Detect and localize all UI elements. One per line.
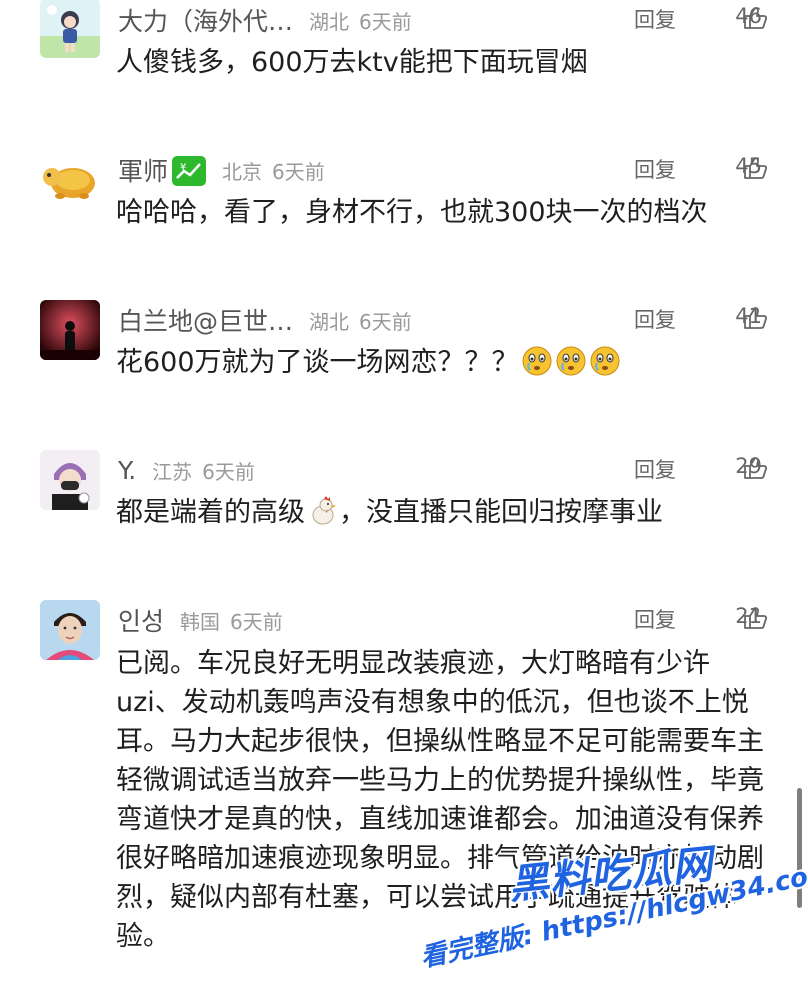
comment-header: 大力（海外代… 湖北 6天前 xyxy=(118,2,412,38)
reply-button[interactable]: 回复 xyxy=(634,154,676,184)
location-label: 湖北 xyxy=(309,309,350,334)
timestamp: 6天前 xyxy=(272,159,325,184)
username[interactable]: 大力（海外代… xyxy=(118,2,293,38)
thumbs-up-icon[interactable] xyxy=(742,5,768,35)
avatar[interactable] xyxy=(40,300,100,360)
comment-text: 花600万就为了谈一场网恋？？？ xyxy=(116,344,766,388)
timestamp: 6天前 xyxy=(359,309,412,334)
weep-face-emoji xyxy=(521,345,553,388)
username[interactable]: 軍师 xyxy=(118,152,168,188)
location-label: 江苏 xyxy=(152,459,193,484)
comment-header: 인성 韩国 6天前 xyxy=(118,602,283,638)
comment-text-part: ，没直播只能回归按摩事业 xyxy=(339,497,663,528)
comment-text-part: 都是端着的高级 xyxy=(116,497,305,528)
location-label: 韩国 xyxy=(180,609,221,634)
timestamp: 6天前 xyxy=(359,9,412,34)
username[interactable]: Y. xyxy=(118,456,136,485)
watermark: 黑料吃瓜网 看完整版: https://hlcgw34.com xyxy=(408,841,808,982)
comment-header: 軍师 ¥ 北京 6天前 xyxy=(118,152,325,188)
thumbs-up-icon[interactable] xyxy=(742,305,768,335)
thumbs-up-icon[interactable] xyxy=(742,455,768,485)
comment-text: 人傻钱多，600万去ktv能把下面玩冒烟 xyxy=(116,47,588,78)
comment-text: 都是端着的高级 ，没直播只能回归按摩事业 xyxy=(116,494,766,538)
timestamp: 6天前 xyxy=(230,609,283,634)
location-label: 北京 xyxy=(222,159,263,184)
comment-text-body: 花600万就为了谈一场网恋？？？ xyxy=(116,347,519,378)
avatar[interactable] xyxy=(40,0,100,58)
comment-header: Y. 江苏 6天前 xyxy=(118,452,255,488)
svg-text:¥: ¥ xyxy=(180,162,186,173)
timestamp: 6天前 xyxy=(202,459,255,484)
location-label: 湖北 xyxy=(309,9,350,34)
reply-button[interactable]: 回复 xyxy=(634,304,676,334)
reply-button[interactable]: 回复 xyxy=(634,604,676,634)
avatar[interactable] xyxy=(40,450,100,510)
avatar[interactable] xyxy=(40,150,100,210)
chicken-emoji xyxy=(307,495,339,538)
avatar[interactable] xyxy=(40,600,100,660)
comment-text: 哈哈哈，看了，身材不行，也就300块一次的档次 xyxy=(116,197,708,228)
reply-button[interactable]: 回复 xyxy=(634,4,676,34)
comment-header: 白兰地@巨世… 湖北 6天前 xyxy=(118,302,412,338)
username[interactable]: 인성 xyxy=(118,602,164,638)
weep-face-emoji xyxy=(555,345,587,388)
reply-button[interactable]: 回复 xyxy=(634,454,676,484)
green-chart-badge-icon: ¥ xyxy=(172,156,207,186)
thumbs-up-icon[interactable] xyxy=(742,155,768,185)
thumbs-up-icon[interactable] xyxy=(742,605,768,635)
weep-face-emoji xyxy=(589,345,621,388)
username[interactable]: 白兰地@巨世… xyxy=(118,302,293,338)
